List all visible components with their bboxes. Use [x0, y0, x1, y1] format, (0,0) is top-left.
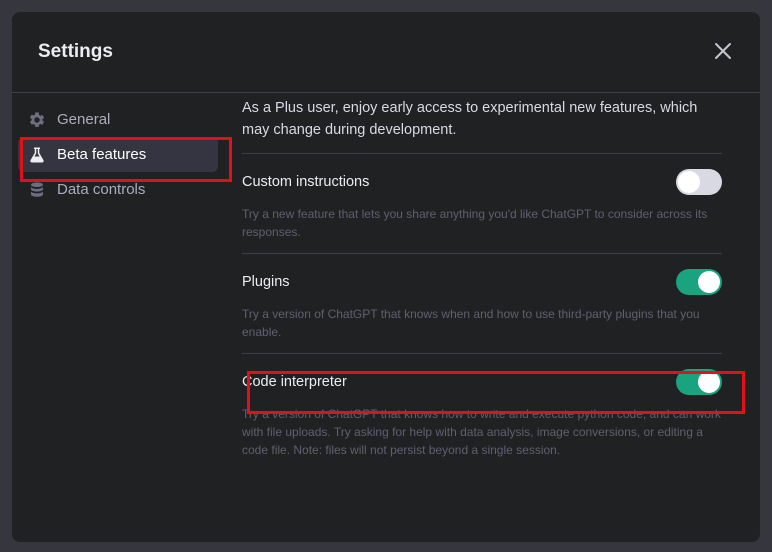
feature-plugins: Plugins Try a version of ChatGPT that kn… — [242, 253, 722, 353]
feature-label: Plugins — [242, 274, 290, 290]
custom-instructions-toggle[interactable] — [676, 169, 722, 195]
feature-code-interpreter: Code interpreter Try a version of ChatGP… — [242, 353, 722, 471]
feature-description: Try a new feature that lets you share an… — [242, 207, 708, 239]
feature-description: Try a version of ChatGPT that knows how … — [242, 407, 721, 457]
sidebar-item-general[interactable]: General — [18, 102, 218, 137]
toggle-knob — [698, 371, 720, 393]
database-icon — [28, 181, 46, 199]
dialog-header: Settings — [12, 12, 760, 93]
sidebar-item-data-controls[interactable]: Data controls — [18, 172, 218, 207]
feature-description: Try a version of ChatGPT that knows when… — [242, 307, 700, 339]
intro-text: As a Plus user, enjoy early access to ex… — [242, 100, 698, 138]
sidebar-item-label: Data controls — [57, 181, 146, 198]
beta-features-panel: As a Plus user, enjoy early access to ex… — [242, 97, 722, 471]
flask-icon — [28, 146, 46, 164]
gear-icon — [28, 111, 46, 129]
code-interpreter-toggle[interactable] — [676, 369, 722, 395]
feature-custom-instructions: Custom instructions Try a new feature th… — [242, 153, 722, 253]
toggle-knob — [698, 271, 720, 293]
sidebar-item-label: General — [57, 111, 111, 128]
settings-sidebar: General Beta features Data controls — [18, 102, 218, 207]
sidebar-item-beta-features[interactable]: Beta features — [18, 137, 218, 172]
feature-label: Custom instructions — [242, 174, 370, 190]
dialog-title: Settings — [38, 41, 113, 62]
feature-label: Code interpreter — [242, 374, 347, 390]
close-icon — [715, 43, 731, 59]
plugins-toggle[interactable] — [676, 269, 722, 295]
toggle-knob — [678, 171, 700, 193]
sidebar-item-label: Beta features — [57, 146, 147, 163]
close-button[interactable] — [712, 40, 734, 62]
